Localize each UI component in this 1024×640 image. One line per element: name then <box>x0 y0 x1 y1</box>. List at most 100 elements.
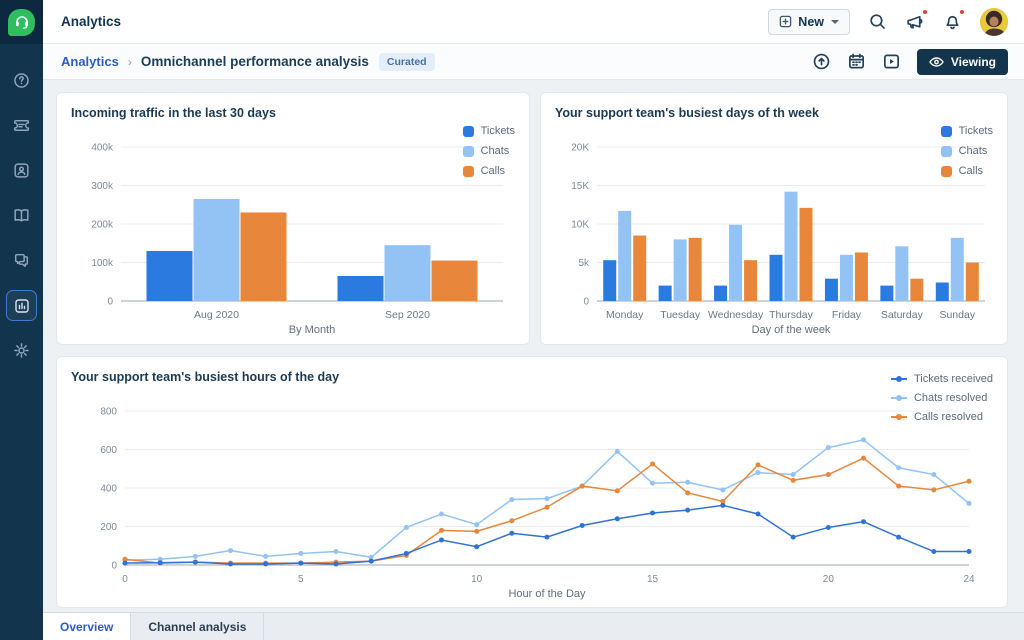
legend-label: Tickets <box>959 125 993 137</box>
svg-text:Friday: Friday <box>832 309 862 321</box>
legend-line-marker <box>891 378 907 380</box>
announcements-button[interactable] <box>905 12 925 31</box>
bar-chart-busiest-days: 05k10K15K20KMondayTuesdayWednesdayThursd… <box>555 125 993 337</box>
legend-swatch <box>463 146 474 157</box>
sidebar-item-help[interactable] <box>0 58 43 103</box>
legend-item: Calls <box>463 165 515 177</box>
svg-text:5: 5 <box>298 574 304 585</box>
main-area: Analytics New <box>43 0 1024 640</box>
legend-line-marker <box>891 397 907 399</box>
legend-item: Chats <box>941 145 993 157</box>
notification-dot <box>922 9 928 15</box>
export-button[interactable] <box>812 52 831 71</box>
legend-label: Chats <box>959 145 988 157</box>
legend-item: Tickets <box>941 125 993 137</box>
analytics-icon <box>13 297 31 315</box>
plus-box-icon <box>779 15 792 28</box>
page-title: Analytics <box>61 14 121 29</box>
svg-text:Thursday: Thursday <box>769 309 814 321</box>
breadcrumb-separator: › <box>128 55 132 69</box>
legend-line-marker <box>891 416 907 418</box>
legend-label: Calls <box>959 165 983 177</box>
help-circle-icon <box>12 71 31 90</box>
svg-text:15K: 15K <box>571 181 589 192</box>
svg-text:Sep 2020: Sep 2020 <box>385 309 430 321</box>
sidebar-nav <box>0 58 43 373</box>
calendar-icon <box>847 52 866 71</box>
search-button[interactable] <box>868 12 887 31</box>
notifications-button[interactable] <box>943 12 962 31</box>
export-icon <box>812 52 831 71</box>
svg-text:400: 400 <box>100 484 117 495</box>
sidebar-item-contacts[interactable] <box>0 148 43 193</box>
tab-channel-analysis[interactable]: Channel analysis <box>131 613 264 640</box>
card-incoming-traffic: Incoming traffic in the last 30 days 0 10… <box>56 92 530 345</box>
sidebar-item-forums[interactable] <box>0 238 43 283</box>
eye-icon <box>929 56 944 68</box>
sidebar-item-analytics[interactable] <box>0 283 43 328</box>
legend-label: Chats resolved <box>914 392 987 404</box>
svg-text:600: 600 <box>100 445 117 456</box>
avatar[interactable] <box>980 8 1008 36</box>
chart-legend: TicketsChatsCalls <box>463 125 515 177</box>
svg-text:Saturday: Saturday <box>881 309 924 321</box>
viewing-button[interactable]: Viewing <box>917 49 1008 75</box>
breadcrumb-current: Omnichannel performance analysis <box>141 54 369 69</box>
legend-item: Calls resolved <box>891 411 993 423</box>
knowledge-base-icon <box>12 206 31 225</box>
legend-item: Tickets received <box>891 373 993 385</box>
svg-text:Monday: Monday <box>606 309 644 321</box>
svg-text:Day of the week: Day of the week <box>752 324 831 336</box>
svg-text:Hour of the Day: Hour of the Day <box>508 588 586 600</box>
viewing-button-label: Viewing <box>951 55 996 69</box>
svg-text:24: 24 <box>963 574 975 585</box>
svg-text:20K: 20K <box>571 143 589 154</box>
top-bar: Analytics New <box>43 0 1024 44</box>
sidebar-selected-highlight <box>6 290 37 321</box>
freshdesk-logo-icon <box>8 9 35 36</box>
ticket-icon <box>12 116 31 135</box>
chart-title: Incoming traffic in the last 30 days <box>71 106 515 120</box>
curated-badge: Curated <box>379 53 435 71</box>
card-busiest-hours: Your support team's busiest hours of the… <box>56 356 1008 608</box>
schedule-button[interactable] <box>847 52 866 71</box>
legend-label: Calls resolved <box>914 411 983 423</box>
svg-text:Aug 2020: Aug 2020 <box>194 309 239 321</box>
breadcrumb-parent-link[interactable]: Analytics <box>61 54 119 69</box>
svg-text:15: 15 <box>647 574 659 585</box>
legend-swatch <box>941 166 952 177</box>
bell-icon <box>943 12 962 31</box>
present-button[interactable] <box>882 52 901 71</box>
svg-text:20: 20 <box>823 574 835 585</box>
sidebar-item-knowledge-base[interactable] <box>0 193 43 238</box>
brand-logo[interactable] <box>0 0 43 44</box>
legend-swatch <box>941 146 952 157</box>
bar-chart-incoming-traffic: 0100k200k300k400kAug 2020Sep 2020By Mont… <box>71 125 515 337</box>
sidebar-item-settings[interactable] <box>0 328 43 373</box>
legend-item: Tickets <box>463 125 515 137</box>
chart-title: Your support team's busiest days of th w… <box>555 106 993 120</box>
breadcrumb-bar: Analytics › Omnichannel performance anal… <box>43 44 1024 80</box>
svg-text:0: 0 <box>107 297 113 308</box>
sidebar-item-tickets[interactable] <box>0 103 43 148</box>
search-icon <box>868 12 887 31</box>
svg-text:200k: 200k <box>91 220 114 231</box>
svg-text:100k: 100k <box>91 258 114 269</box>
svg-text:200: 200 <box>100 522 117 533</box>
svg-text:Tuesday: Tuesday <box>660 309 701 321</box>
svg-text:0: 0 <box>122 574 128 585</box>
bottom-tab-bar: Overview Channel analysis <box>43 612 1024 640</box>
notification-dot <box>959 9 965 15</box>
legend-label: Tickets <box>481 125 515 137</box>
charts-row-top: Incoming traffic in the last 30 days 0 10… <box>56 92 1008 345</box>
svg-text:400k: 400k <box>91 143 114 154</box>
line-chart-busiest-hours: 02004006008000510152024Hour of the Day <box>71 389 993 600</box>
legend-label: Calls <box>481 165 505 177</box>
tab-overview[interactable]: Overview <box>43 613 131 640</box>
app-window: Analytics New <box>0 0 1024 640</box>
megaphone-icon <box>905 12 925 31</box>
dashboard-content: Incoming traffic in the last 30 days 0 10… <box>43 80 1024 612</box>
new-button[interactable]: New <box>768 9 850 35</box>
report-actions: Viewing <box>812 49 1008 75</box>
svg-text:300k: 300k <box>91 181 114 192</box>
